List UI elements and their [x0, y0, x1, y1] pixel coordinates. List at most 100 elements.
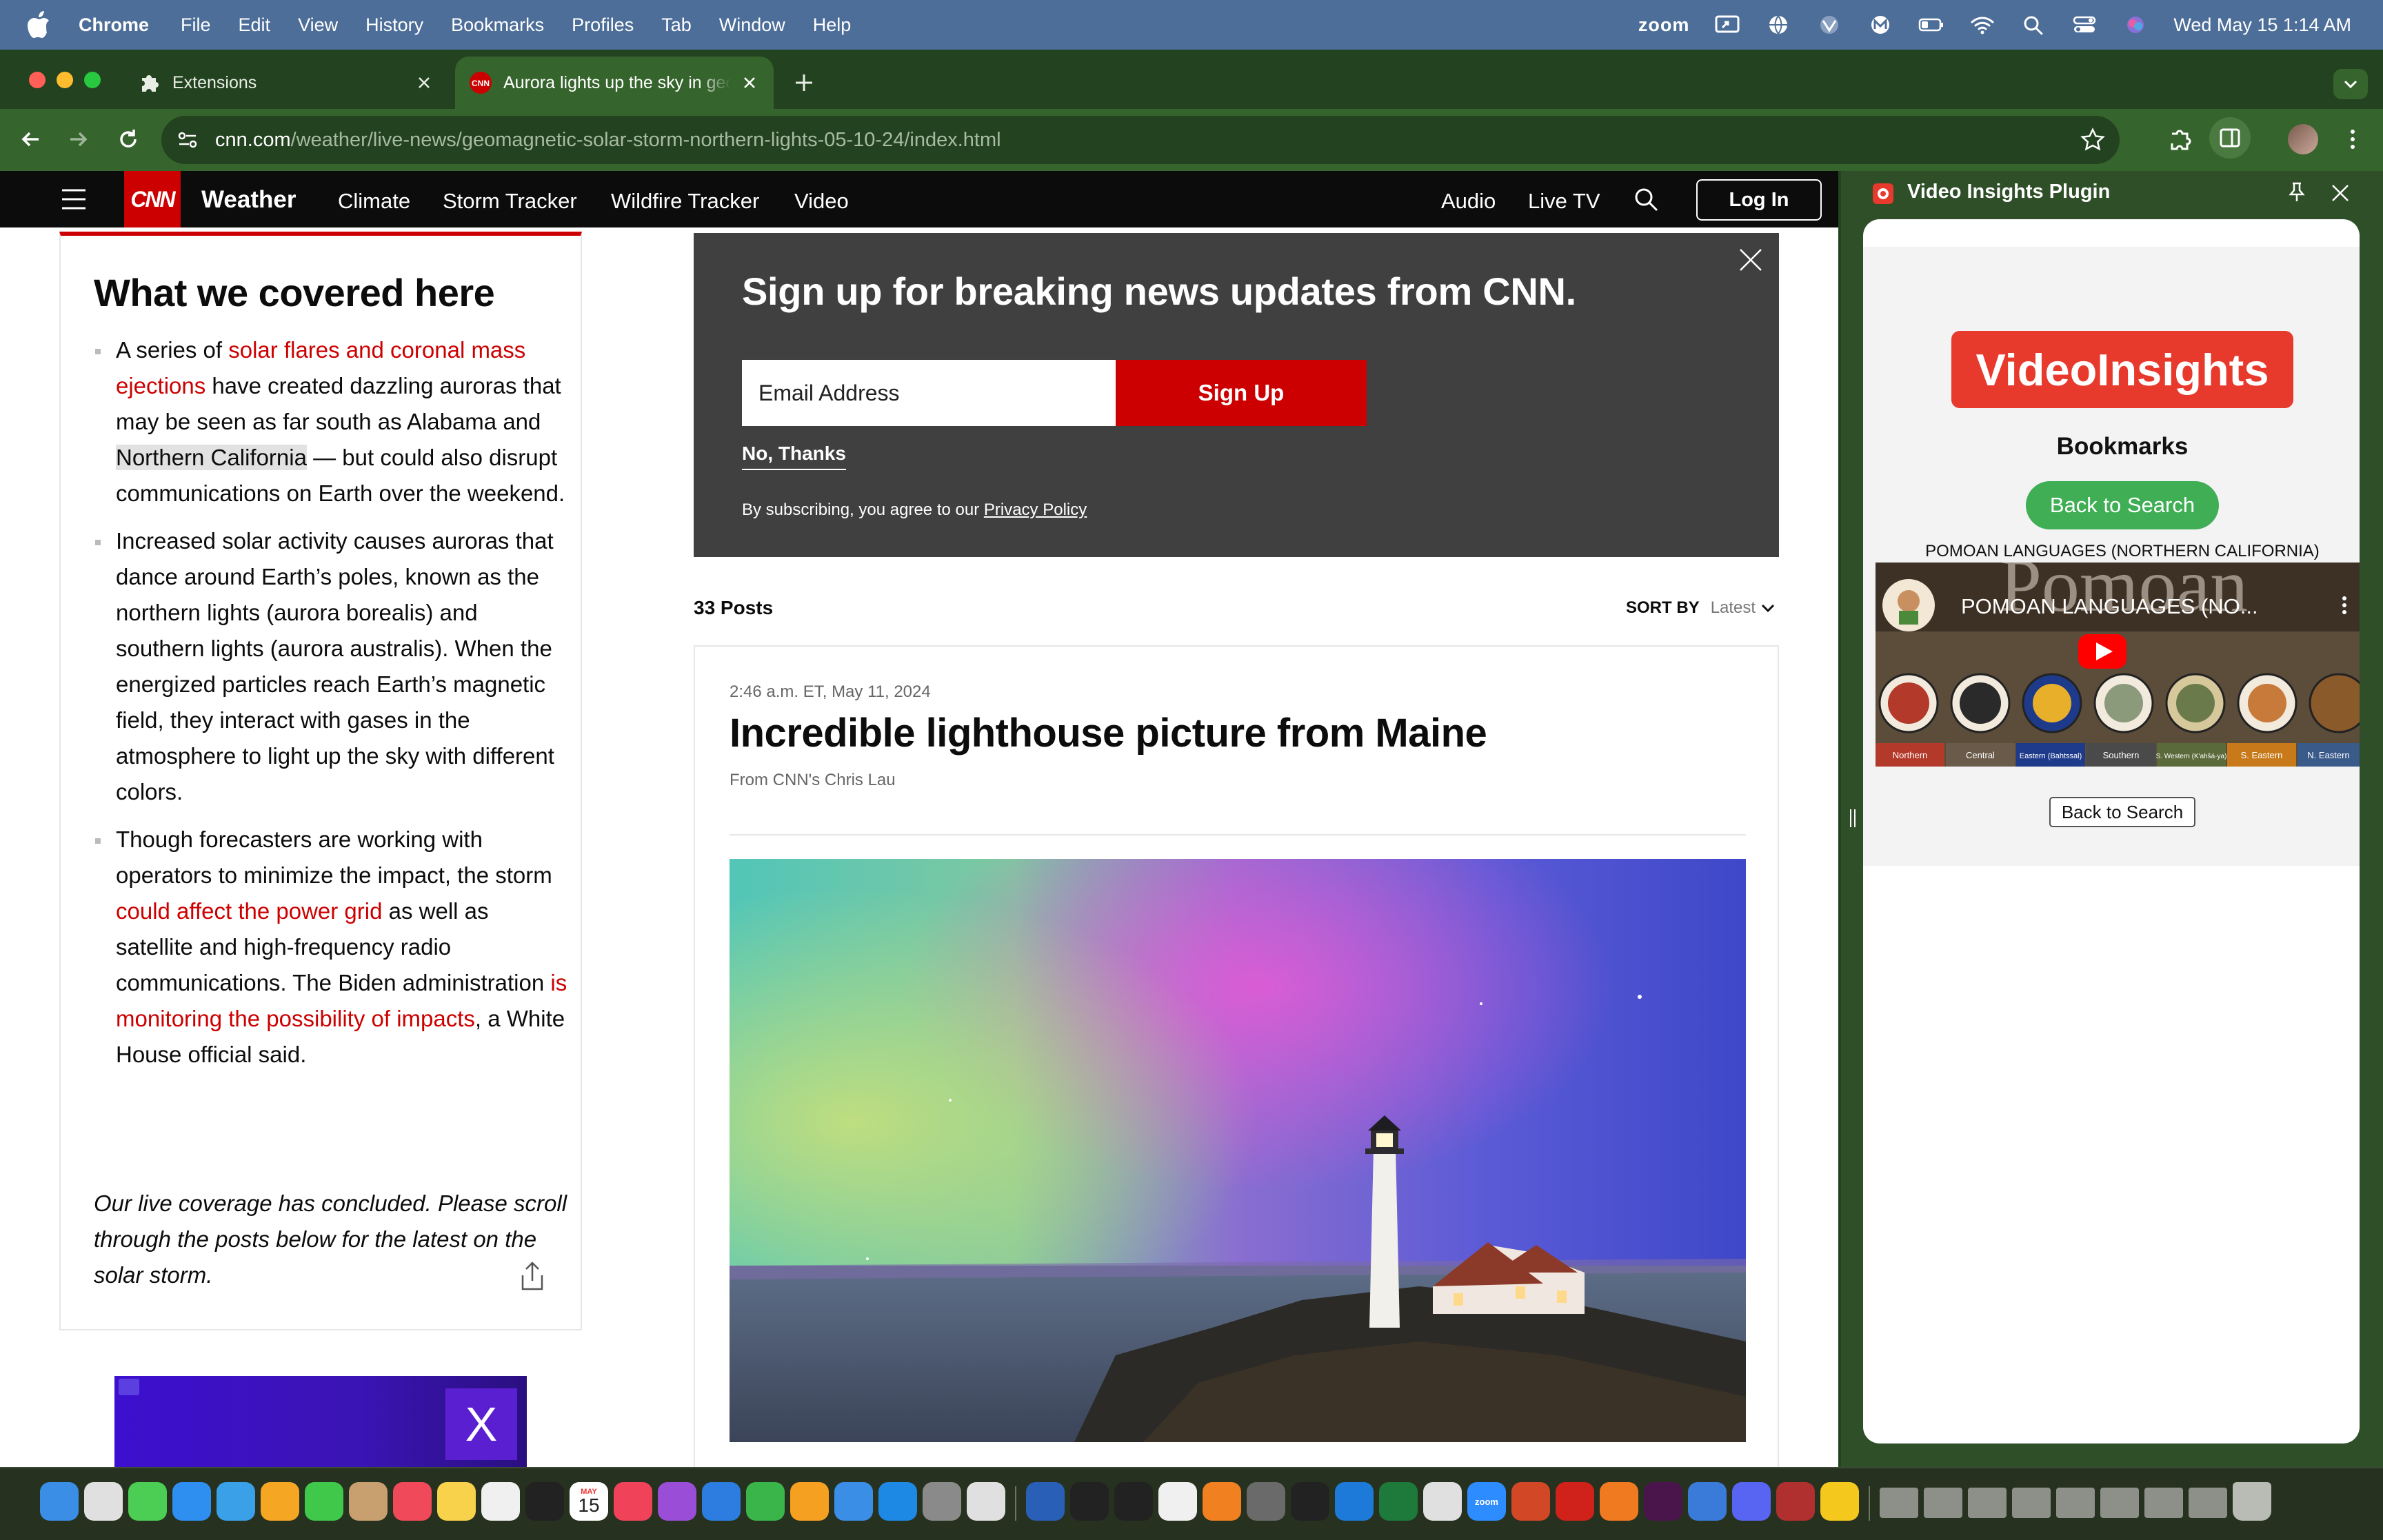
- youtube-video-embed[interactable]: Pomoan POMOAN LANGUAGES (NO... Northern …: [1876, 563, 2360, 767]
- lighthouse-aurora-photo[interactable]: [730, 859, 1746, 1442]
- window-close-button[interactable]: [29, 72, 46, 88]
- siri-icon[interactable]: [2122, 14, 2149, 36]
- app-store-icon[interactable]: [878, 1482, 917, 1521]
- link-power-grid[interactable]: could affect the power grid: [116, 898, 382, 924]
- resize-grip-icon[interactable]: [1848, 808, 1858, 829]
- side-panel-button[interactable]: [2209, 117, 2251, 159]
- trash-icon[interactable]: [2233, 1482, 2271, 1521]
- ad-choices-icon[interactable]: [119, 1379, 139, 1395]
- pages-icon[interactable]: [790, 1482, 829, 1521]
- menu-app-name[interactable]: Chrome: [79, 14, 149, 36]
- excel-icon[interactable]: [1379, 1482, 1418, 1521]
- tab-cnn-aurora[interactable]: CNN Aurora lights up the sky in geo: [455, 57, 774, 109]
- recent-window-6[interactable]: [2100, 1488, 2139, 1518]
- maps-icon[interactable]: [217, 1482, 255, 1521]
- login-button[interactable]: Log In: [1696, 179, 1822, 221]
- site-settings-icon[interactable]: [175, 128, 200, 152]
- more-menu-icon[interactable]: [2337, 124, 2368, 154]
- menubar-clock[interactable]: Wed May 15 1:14 AM: [2173, 14, 2351, 36]
- chrome-icon[interactable]: [1820, 1482, 1859, 1521]
- recent-window-4[interactable]: [2012, 1488, 2051, 1518]
- dictionary-icon[interactable]: [1776, 1482, 1815, 1521]
- textedit-icon[interactable]: [1158, 1482, 1197, 1521]
- back-to-search-button-secondary[interactable]: Back to Search: [2049, 797, 2195, 827]
- extensions-puzzle-icon[interactable]: [2165, 124, 2195, 154]
- malwarebytes-icon[interactable]: [1867, 14, 1893, 36]
- no-thanks-link[interactable]: No, Thanks: [742, 443, 846, 470]
- reload-icon[interactable]: [113, 124, 143, 154]
- spotlight-search-icon[interactable]: [2020, 14, 2047, 36]
- finder-icon[interactable]: [40, 1482, 79, 1521]
- recent-window-2[interactable]: [1924, 1488, 1962, 1518]
- acrobat-icon[interactable]: [1556, 1482, 1594, 1521]
- back-to-search-button[interactable]: Back to Search: [2026, 481, 2219, 529]
- profile-avatar[interactable]: [2288, 124, 2318, 154]
- nav-link-audio[interactable]: Audio: [1441, 189, 1496, 214]
- menu-window[interactable]: Window: [719, 14, 785, 36]
- email-field[interactable]: Email Address: [742, 360, 1116, 426]
- control-center-icon[interactable]: [2071, 14, 2098, 36]
- menu-view[interactable]: View: [298, 14, 338, 36]
- back-arrow-icon[interactable]: [15, 124, 46, 154]
- word-icon[interactable]: [1026, 1482, 1065, 1521]
- menu-history[interactable]: History: [365, 14, 423, 36]
- nav-link-wildfire-tracker[interactable]: Wildfire Tracker: [611, 189, 759, 214]
- roblox-icon[interactable]: [967, 1482, 1005, 1521]
- nav-link-climate[interactable]: Climate: [338, 189, 410, 214]
- youtube-play-icon[interactable]: [2078, 634, 2126, 669]
- privacy-policy-link[interactable]: Privacy Policy: [984, 500, 1087, 519]
- music-icon[interactable]: [614, 1482, 652, 1521]
- sign-up-button[interactable]: Sign Up: [1116, 360, 1367, 426]
- recent-window-1[interactable]: [1880, 1488, 1918, 1518]
- window-minimize-button[interactable]: [57, 72, 73, 88]
- menu-file[interactable]: File: [181, 14, 211, 36]
- menu-bookmarks[interactable]: Bookmarks: [451, 14, 544, 36]
- nav-link-storm-tracker[interactable]: Storm Tracker: [443, 189, 577, 214]
- tab-extensions[interactable]: Extensions: [124, 57, 448, 109]
- hamburger-menu-icon[interactable]: [61, 188, 87, 211]
- tab-search-button[interactable]: [2333, 69, 2368, 99]
- nav-section-weather[interactable]: Weather: [201, 186, 296, 214]
- apple-logo-icon[interactable]: [26, 11, 51, 39]
- screen-sharing-icon[interactable]: [1688, 1482, 1727, 1521]
- close-icon[interactable]: [1738, 247, 1764, 273]
- new-tab-plus-icon[interactable]: [792, 70, 816, 95]
- menu-profiles[interactable]: Profiles: [572, 14, 634, 36]
- podcasts-icon[interactable]: [658, 1482, 696, 1521]
- close-icon[interactable]: [741, 74, 758, 92]
- cnn-logo[interactable]: CNN: [124, 171, 181, 227]
- keynote-icon[interactable]: [702, 1482, 741, 1521]
- activity-monitor-icon[interactable]: [1070, 1482, 1109, 1521]
- powerpoint-icon[interactable]: [1511, 1482, 1550, 1521]
- photos-icon[interactable]: [261, 1482, 299, 1521]
- recent-window-8[interactable]: [2189, 1488, 2227, 1518]
- preview-icon[interactable]: [1423, 1482, 1462, 1521]
- close-icon[interactable]: [415, 74, 433, 92]
- discord-icon[interactable]: [1732, 1482, 1771, 1521]
- nav-link-video[interactable]: Video: [794, 189, 849, 214]
- menu-tab[interactable]: Tab: [661, 14, 692, 36]
- news-icon[interactable]: [393, 1482, 432, 1521]
- reminders-icon[interactable]: [481, 1482, 520, 1521]
- zoom-icon[interactable]: zoom: [1467, 1482, 1506, 1521]
- screen-share-icon[interactable]: [1714, 14, 1740, 36]
- panel-divider[interactable]: [1838, 171, 1841, 1467]
- facetime-icon[interactable]: [305, 1482, 343, 1521]
- sort-by-value[interactable]: Latest: [1711, 598, 1756, 618]
- tv-icon[interactable]: [525, 1482, 564, 1521]
- globe-icon[interactable]: [1765, 14, 1791, 36]
- nav-link-live-tv[interactable]: Live TV: [1528, 189, 1600, 214]
- bookmark-star-icon[interactable]: [2080, 127, 2106, 153]
- vscode-icon[interactable]: [1335, 1482, 1374, 1521]
- search-icon[interactable]: [1633, 186, 1659, 212]
- forward-arrow-icon[interactable]: [63, 124, 94, 154]
- numbers-icon[interactable]: [746, 1482, 785, 1521]
- address-bar[interactable]: cnn.com/weather/live-news/geomagnetic-so…: [161, 116, 2120, 164]
- close-icon[interactable]: [2329, 182, 2351, 204]
- terminal-icon[interactable]: [1114, 1482, 1153, 1521]
- zoom-status-item[interactable]: zoom: [1638, 14, 1690, 36]
- menu-help[interactable]: Help: [813, 14, 852, 36]
- recent-window-7[interactable]: [2144, 1488, 2183, 1518]
- window-zoom-button[interactable]: [84, 72, 101, 88]
- safari-icon[interactable]: [172, 1482, 211, 1521]
